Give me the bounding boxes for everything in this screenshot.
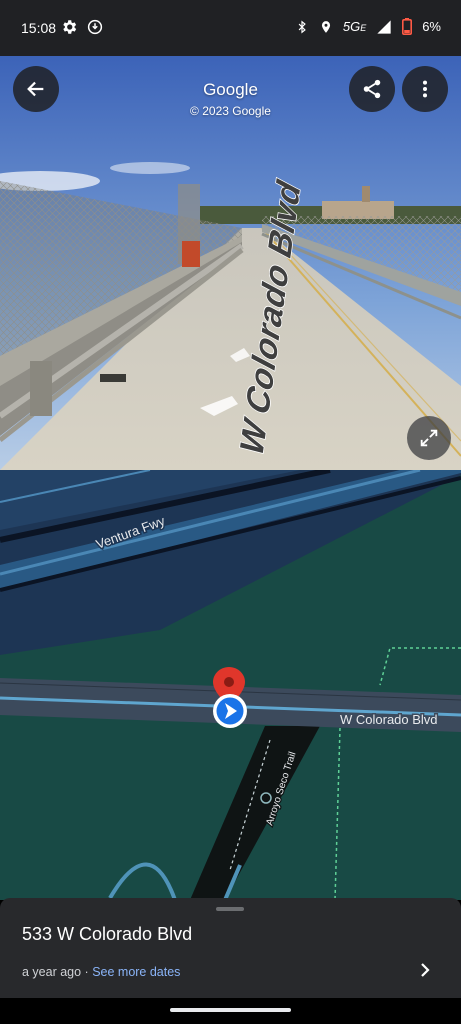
street-view-title: Google <box>203 80 258 99</box>
place-address: 533 W Colorado Blvd <box>22 924 193 944</box>
expand-icon <box>420 429 438 447</box>
network-type: 5GE <box>342 19 367 34</box>
map-label-colorado-blvd: W Colorado Blvd <box>340 712 438 727</box>
gesture-nav-bar <box>0 998 461 1024</box>
settings-icon <box>63 20 77 34</box>
street-view-copyright: © 2023 Google <box>190 104 271 118</box>
battery-level: 6% <box>422 19 441 34</box>
status-time: 15:08 <box>21 20 57 36</box>
date-info: a year ago · See more dates <box>22 965 181 979</box>
capture-age: a year ago <box>22 965 82 979</box>
status-right: 5GE 6% <box>295 18 441 35</box>
status-bar: 15:08 5GE 6% <box>0 0 461 56</box>
place-bottom-sheet[interactable]: 533 W Colorado Blvd a year ago · See mor… <box>0 898 461 998</box>
sheet-drag-handle[interactable] <box>216 907 244 911</box>
bluetooth-icon <box>298 20 306 33</box>
signal-icon <box>377 19 391 34</box>
see-more-dates-link[interactable]: See more dates <box>92 965 180 979</box>
current-location-icon[interactable] <box>213 694 247 728</box>
home-gesture-pill[interactable] <box>170 1008 291 1012</box>
vpn-icon <box>87 19 103 35</box>
map-canvas[interactable]: Ventura Fwy Arroyo Seco Trail W Colorado… <box>0 470 461 900</box>
chevron-right-icon[interactable] <box>417 961 433 979</box>
map-panel[interactable]: Ventura Fwy Arroyo Seco Trail W Colorado… <box>0 470 461 900</box>
battery-icon <box>402 18 413 35</box>
street-view-image[interactable]: W Colorado Blvd <box>0 56 461 470</box>
location-icon <box>321 20 330 33</box>
street-view-panel[interactable]: W Colorado Blvd <box>0 56 461 470</box>
expand-button[interactable] <box>407 416 451 460</box>
